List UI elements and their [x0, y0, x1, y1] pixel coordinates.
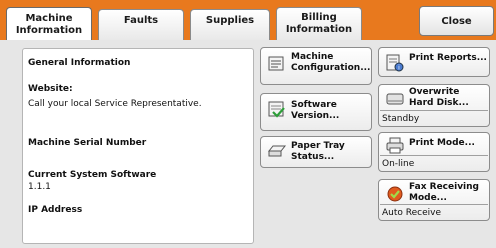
software-version-icon	[267, 99, 287, 119]
overwrite-status: Standby	[382, 114, 420, 124]
print-mode-button[interactable]: Print Mode... On-line	[378, 132, 490, 172]
tab-machine-information[interactable]: Machine Information	[6, 7, 92, 41]
tab-faults[interactable]: Faults	[98, 9, 184, 40]
tab-supplies[interactable]: Supplies	[190, 9, 270, 40]
serial-number-label: Machine Serial Number	[28, 138, 147, 148]
paper-tray-status-label: Paper Tray Status...	[291, 141, 345, 162]
paper-tray-icon	[267, 142, 287, 162]
fax-status: Auto Receive	[382, 208, 441, 218]
machine-configuration-label: Machine Configuration...	[291, 52, 371, 73]
software-version-button[interactable]: Software Version...	[260, 93, 372, 131]
print-reports-label: Print Reports...	[409, 53, 487, 63]
overwrite-hard-disk-label: Overwrite Hard Disk...	[409, 87, 469, 108]
print-mode-divider	[380, 155, 488, 156]
hard-disk-icon	[385, 90, 405, 110]
machine-info-panel: General Information Website: Call your l…	[22, 48, 254, 244]
print-reports-button[interactable]: i Print Reports...	[378, 47, 490, 77]
general-information-heading: General Information	[28, 58, 131, 68]
system-software-label: Current System Software	[28, 170, 157, 180]
website-value: Call your local Service Representative.	[28, 99, 202, 109]
close-button[interactable]: Close	[419, 6, 494, 36]
website-label: Website:	[28, 84, 73, 94]
print-mode-status: On-line	[382, 159, 415, 169]
print-mode-label: Print Mode...	[409, 138, 475, 148]
tab-bar: Machine Information Faults Supplies Bill…	[0, 0, 496, 41]
ip-address-label: IP Address	[28, 205, 83, 215]
tab-billing-information[interactable]: Billing Information	[276, 7, 362, 40]
system-software-value: 1.1.1	[28, 182, 51, 192]
software-version-label: Software Version...	[291, 100, 340, 121]
paper-tray-status-button[interactable]: Paper Tray Status...	[260, 136, 372, 168]
overwrite-hard-disk-button[interactable]: Overwrite Hard Disk... Standby	[378, 84, 490, 127]
fax-receive-icon	[385, 184, 405, 204]
machine-configuration-icon	[267, 53, 287, 73]
fax-receiving-mode-label: Fax Receiving Mode...	[409, 182, 479, 203]
fax-receiving-mode-button[interactable]: Fax Receiving Mode... Auto Receive	[378, 179, 490, 221]
print-reports-icon: i	[385, 53, 405, 73]
machine-configuration-button[interactable]: Machine Configuration...	[260, 47, 372, 85]
fax-divider	[380, 204, 488, 205]
printer-icon	[385, 136, 405, 156]
overwrite-divider	[380, 110, 488, 111]
